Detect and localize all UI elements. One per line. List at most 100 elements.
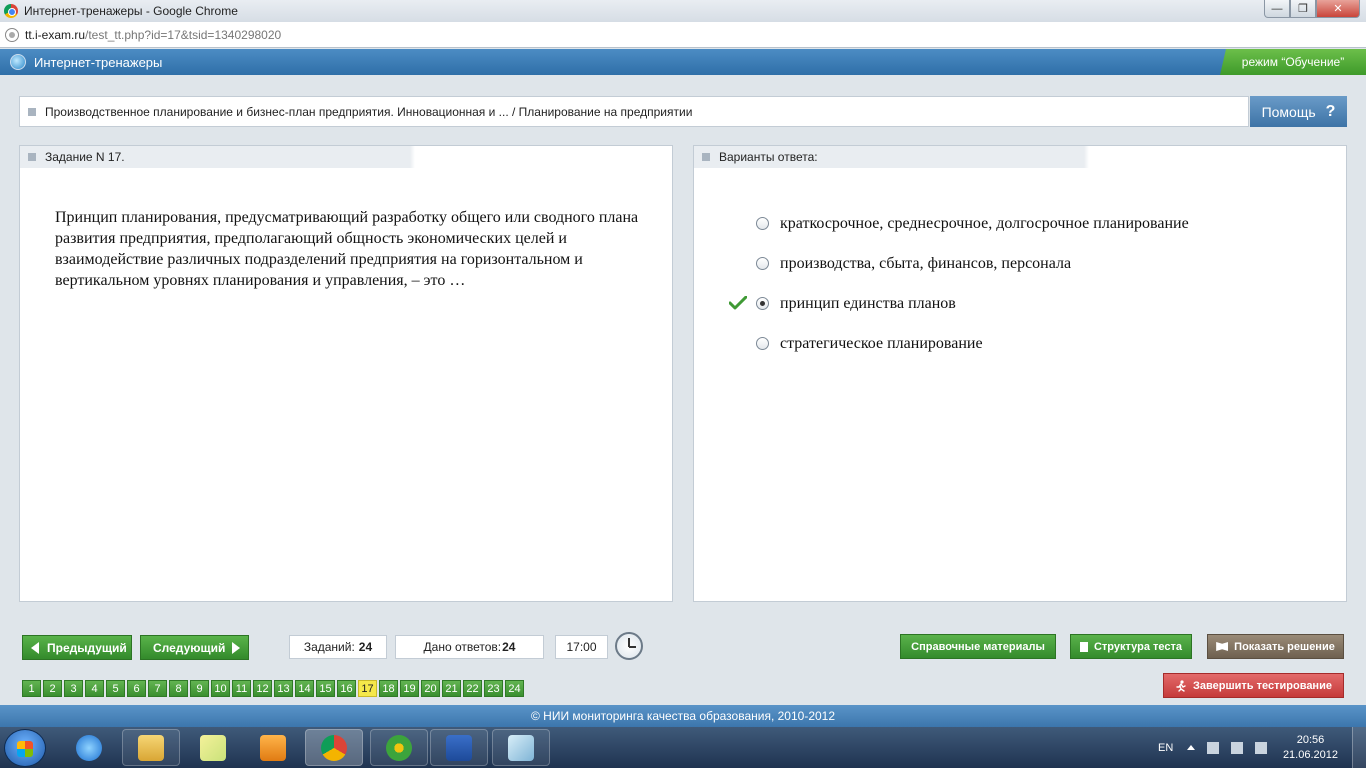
taskbar-notes[interactable] (184, 729, 242, 766)
show-desktop-button[interactable] (1352, 727, 1366, 768)
page-button-13[interactable]: 13 (274, 680, 293, 697)
test-structure-button[interactable]: Структура теста (1070, 634, 1192, 659)
page-button-9[interactable]: 9 (190, 680, 209, 697)
radio-button[interactable] (756, 217, 769, 230)
timer-box: 17:00 (555, 635, 608, 659)
book-icon (1216, 642, 1229, 651)
page-button-4[interactable]: 4 (85, 680, 104, 697)
taskbar-chrome[interactable] (305, 729, 363, 766)
page-button-3[interactable]: 3 (64, 680, 83, 697)
taskbar-word[interactable] (430, 729, 488, 766)
answer-option[interactable]: принцип единства планов (694, 284, 1348, 324)
signal-icon[interactable] (1231, 741, 1244, 754)
running-man-icon (1176, 679, 1186, 692)
page-button-11[interactable]: 11 (232, 680, 251, 697)
breadcrumb-text: Производственное планирование и бизнес-п… (45, 104, 693, 119)
page-button-6[interactable]: 6 (127, 680, 146, 697)
page-info-icon[interactable] (5, 27, 19, 42)
volume-icon[interactable] (1255, 741, 1268, 754)
answers-panel-header: Варианты ответа: (694, 146, 1346, 168)
clock-date: 21.06.2012 (1282, 749, 1338, 761)
help-label: Помощь (1261, 103, 1316, 120)
window-controls: — ❐ ✕ (1264, 0, 1360, 18)
answer-option[interactable]: стратегическое планирование (694, 324, 1348, 364)
start-button[interactable] (4, 729, 46, 767)
breadcrumb: Производственное планирование и бизнес-п… (19, 96, 1249, 127)
page-button-18[interactable]: 18 (379, 680, 398, 697)
structure-label: Структура теста (1093, 640, 1183, 653)
page-button-1[interactable]: 1 (22, 680, 41, 697)
question-text: Принцип планирования, предусматривающий … (55, 209, 639, 289)
radio-button[interactable] (756, 337, 769, 350)
arrow-right-icon (232, 642, 240, 654)
show-hidden-icons-icon[interactable] (1187, 745, 1196, 750)
help-button[interactable]: Помощь ? (1250, 96, 1347, 127)
page-button-10[interactable]: 10 (211, 680, 230, 697)
taskbar-explorer[interactable] (122, 729, 180, 766)
url-host: tt.i-exam.ru (25, 27, 86, 42)
page-button-19[interactable]: 19 (400, 680, 419, 697)
app-title: Интернет-тренажеры (34, 54, 163, 70)
app-header: Интернет-тренажеры режим “Обучение” (0, 49, 1366, 75)
page-button-7[interactable]: 7 (148, 680, 167, 697)
clock-icon (615, 632, 643, 660)
bullet-square-icon (28, 107, 36, 116)
timer-value: 17:00 (566, 640, 597, 654)
taskbar-clock[interactable]: 20:56 21.06.2012 (1283, 733, 1338, 763)
arrow-left-icon (31, 642, 39, 654)
language-indicator[interactable]: EN (1158, 742, 1173, 754)
taskbar-media[interactable] (244, 729, 302, 766)
network-icon[interactable] (1207, 741, 1220, 754)
close-button[interactable]: ✕ (1316, 0, 1360, 18)
next-button[interactable]: Следующий (140, 635, 249, 660)
chrome-taskbar-icon (321, 734, 347, 761)
answered-count: 24 (502, 640, 516, 654)
taskbar-app[interactable] (492, 729, 550, 766)
radio-button[interactable] (756, 257, 769, 270)
finish-test-button[interactable]: Завершить тестирование (1163, 673, 1344, 698)
bullet-square-icon (28, 153, 36, 161)
page-button-14[interactable]: 14 (295, 680, 314, 697)
page-button-20[interactable]: 20 (421, 680, 440, 697)
page-button-21[interactable]: 21 (442, 680, 461, 697)
url-path: /test_tt.php?id=17&tsid=1340298020 (85, 27, 282, 42)
system-tray: EN 20:56 21.06.2012 (1136, 727, 1366, 768)
next-label: Следующий (153, 640, 226, 655)
previous-label: Предыдущий (47, 640, 127, 655)
page-button-24[interactable]: 24 (505, 680, 524, 697)
answered-label: Дано ответов: (423, 640, 502, 654)
question-mark-icon: ? (1325, 102, 1336, 120)
answer-option[interactable]: производства, сбыта, финансов, персонала (694, 244, 1348, 284)
page-button-15[interactable]: 15 (316, 680, 335, 697)
solution-label: Показать решение (1234, 640, 1335, 653)
window-titlebar: Интернет-тренажеры - Google Chrome — ❐ ✕ (0, 0, 1366, 22)
page-button-12[interactable]: 12 (253, 680, 272, 697)
minimize-button[interactable]: — (1264, 0, 1290, 18)
show-solution-button[interactable]: Показать решение (1207, 634, 1344, 659)
answer-option[interactable]: краткосрочное, среднесрочное, долгосрочн… (694, 204, 1348, 244)
finish-label: Завершить тестирование (1193, 679, 1332, 692)
page-button-23[interactable]: 23 (484, 680, 503, 697)
page-button-17-current[interactable]: 17 (358, 680, 377, 697)
mode-badge: режим “Обучение” (1220, 49, 1366, 75)
reference-materials-button[interactable]: Справочные материалы (900, 634, 1056, 659)
page-button-16[interactable]: 16 (337, 680, 356, 697)
taskbar-ie[interactable] (60, 729, 118, 766)
windows-taskbar: EN 20:56 21.06.2012 (0, 727, 1366, 768)
page-button-22[interactable]: 22 (463, 680, 482, 697)
page-button-5[interactable]: 5 (106, 680, 125, 697)
taskbar-icq[interactable] (370, 729, 428, 766)
address-bar[interactable]: tt.i-exam.ru/test_tt.php?id=17&tsid=1340… (0, 22, 1366, 48)
sticky-notes-icon (200, 734, 226, 761)
previous-button[interactable]: Предыдущий (22, 635, 132, 660)
internet-explorer-icon (76, 734, 102, 761)
task-title: Задание N 17. (45, 150, 125, 164)
radio-button-selected[interactable] (756, 297, 769, 310)
maximize-button[interactable]: ❐ (1290, 0, 1316, 18)
page-button-8[interactable]: 8 (169, 680, 188, 697)
page-button-2[interactable]: 2 (43, 680, 62, 697)
task-panel-header: Задание N 17. (20, 146, 672, 168)
answer-label: стратегическое планирование (780, 335, 983, 352)
answer-options: краткосрочное, среднесрочное, долгосрочн… (694, 204, 1348, 364)
document-icon (1079, 641, 1088, 652)
